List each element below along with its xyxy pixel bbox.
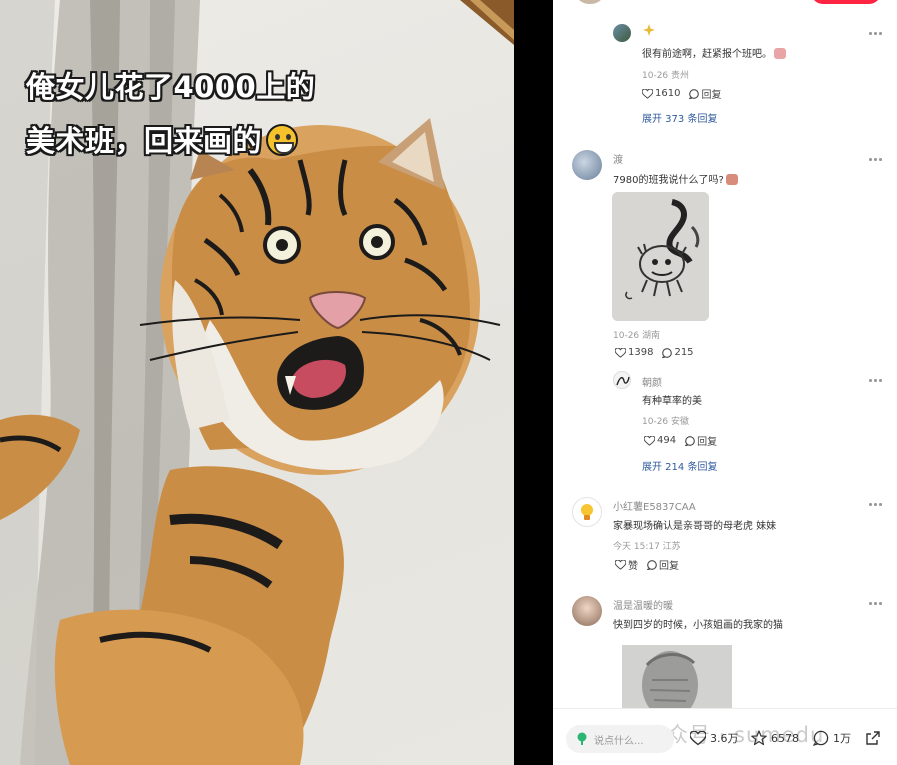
comment-username[interactable]: 小红薯E5837CAA bbox=[613, 498, 696, 513]
image-caption-line1: 俺女儿花了4000上的 bbox=[26, 70, 316, 104]
comments-button[interactable]: 1万 bbox=[813, 730, 851, 746]
comment-username[interactable]: 朝颜 bbox=[642, 374, 662, 389]
avatar[interactable] bbox=[572, 497, 602, 527]
more-options-icon[interactable] bbox=[869, 600, 883, 606]
pig-sticker-icon bbox=[725, 174, 738, 185]
reply-button[interactable]: 回复 bbox=[647, 557, 679, 572]
comment-text: 有种草率的美 bbox=[642, 396, 702, 407]
more-options-icon[interactable] bbox=[869, 30, 883, 36]
more-options-icon[interactable] bbox=[869, 501, 883, 507]
reply-button[interactable]: 215 bbox=[662, 347, 694, 358]
comment-text: 家暴现场确认是亲哥哥的母老虎 妹妹 bbox=[613, 521, 777, 532]
comment-text: 很有前途啊，赶紧报个班吧。 bbox=[642, 45, 786, 60]
pig-sticker-icon bbox=[774, 48, 786, 59]
comment-username[interactable] bbox=[643, 24, 655, 39]
share-icon bbox=[866, 731, 880, 745]
author-avatar[interactable] bbox=[577, 0, 603, 4]
reply-button[interactable]: 回复 bbox=[685, 433, 717, 448]
comment-text: 7980的班我说什么了吗? bbox=[613, 171, 738, 186]
cat-drawing-image bbox=[622, 645, 732, 708]
comment-text-content: 7980的班我说什么了吗? bbox=[613, 175, 724, 186]
comment-image[interactable] bbox=[612, 192, 709, 321]
comment-bubble-icon bbox=[813, 730, 829, 746]
collect-button[interactable]: 6578 bbox=[751, 730, 799, 746]
expand-replies-link[interactable]: 展开 214 条回复 bbox=[642, 458, 717, 473]
screenshot-root: 俺女儿花了4000上的 美术班，回来画的 很有前途啊，赶紧报个班吧。 10-26… bbox=[0, 0, 897, 765]
share-button[interactable] bbox=[865, 730, 885, 746]
like-button[interactable]: 1398 bbox=[615, 347, 653, 358]
comment-username[interactable]: 渡 bbox=[613, 151, 623, 166]
post-image[interactable]: 俺女儿花了4000上的 美术班，回来画的 bbox=[0, 0, 514, 765]
like-button[interactable]: 赞 bbox=[615, 557, 638, 572]
reply-label: 回复 bbox=[659, 561, 679, 572]
like-count: 494 bbox=[657, 435, 677, 446]
comment-bubble-icon bbox=[662, 347, 673, 358]
comment-bubble-icon bbox=[647, 559, 657, 570]
like-post-button[interactable]: 3.6万 bbox=[690, 730, 739, 746]
avatar[interactable] bbox=[572, 150, 602, 180]
follow-button[interactable] bbox=[811, 0, 881, 4]
comment-text: 快到四岁的时候，小孩姐画的我家的猫 bbox=[613, 620, 783, 631]
heart-icon bbox=[644, 435, 655, 446]
like-count: 1610 bbox=[655, 88, 681, 99]
avatar[interactable] bbox=[613, 371, 631, 389]
comment-bubble-icon bbox=[685, 435, 695, 446]
lightbulb-icon bbox=[581, 504, 593, 520]
heart-icon bbox=[690, 730, 706, 745]
tree-icon bbox=[577, 732, 587, 745]
avatar[interactable] bbox=[572, 596, 602, 626]
image-caption-line2-text: 美术班，回来画的 bbox=[26, 124, 263, 158]
tiger-painting bbox=[0, 0, 514, 765]
reply-label: 回复 bbox=[701, 90, 722, 101]
comment-input-placeholder: 说点什么... bbox=[594, 736, 644, 747]
heart-icon bbox=[615, 347, 626, 358]
like-button[interactable]: 494 bbox=[644, 435, 676, 446]
post-like-count: 3.6万 bbox=[710, 732, 739, 745]
comment-actions: 赞 回复 bbox=[615, 557, 688, 572]
comment-actions: 1610 回复 bbox=[642, 86, 730, 101]
comment-bubble-icon bbox=[689, 88, 700, 99]
post-comment-count: 1万 bbox=[833, 732, 851, 745]
comment-text-content: 很有前途啊，赶紧报个班吧。 bbox=[642, 49, 772, 60]
like-label: 赞 bbox=[628, 561, 638, 572]
sparkle-icon bbox=[643, 24, 655, 36]
image-caption-line2: 美术班，回来画的 bbox=[26, 118, 299, 160]
bottom-action-bar: 公众号 · sumedu 说点什么... 3.6万 6578 1万 bbox=[553, 708, 897, 765]
comment-meta: 10-26 贵州 bbox=[642, 71, 690, 81]
star-icon bbox=[751, 730, 767, 746]
avatar[interactable] bbox=[613, 24, 631, 42]
comment-input[interactable]: 说点什么... bbox=[566, 725, 674, 753]
comment-username[interactable]: 温是温暖的暖 bbox=[613, 597, 673, 612]
more-options-icon[interactable] bbox=[869, 156, 883, 162]
comment-meta: 10-26 湖南 bbox=[613, 331, 661, 341]
like-button[interactable]: 1610 bbox=[642, 88, 680, 99]
reply-count: 215 bbox=[674, 347, 694, 358]
reply-button[interactable]: 回复 bbox=[689, 86, 721, 101]
ink-drawing-image bbox=[612, 192, 709, 321]
comment-meta: 今天 15:17 江苏 bbox=[613, 542, 681, 552]
post-star-count: 6578 bbox=[771, 731, 799, 745]
comment-meta: 10-26 安徽 bbox=[642, 417, 690, 427]
reply-label: 回复 bbox=[697, 437, 718, 448]
black-divider bbox=[514, 0, 553, 765]
comment-image[interactable] bbox=[622, 645, 732, 708]
comment-actions: 1398 215 bbox=[615, 347, 703, 358]
like-count: 1398 bbox=[628, 347, 654, 358]
comment-panel[interactable]: 很有前途啊，赶紧报个班吧。 10-26 贵州 1610 回复 展开 373 条回… bbox=[553, 0, 897, 765]
grinning-emoji-icon bbox=[266, 124, 299, 156]
expand-replies-link[interactable]: 展开 373 条回复 bbox=[642, 110, 717, 125]
comment-actions: 494 回复 bbox=[644, 433, 726, 448]
ink-signature-icon bbox=[616, 376, 630, 386]
heart-icon bbox=[615, 559, 626, 570]
heart-icon bbox=[642, 88, 653, 99]
more-options-icon[interactable] bbox=[869, 377, 883, 383]
